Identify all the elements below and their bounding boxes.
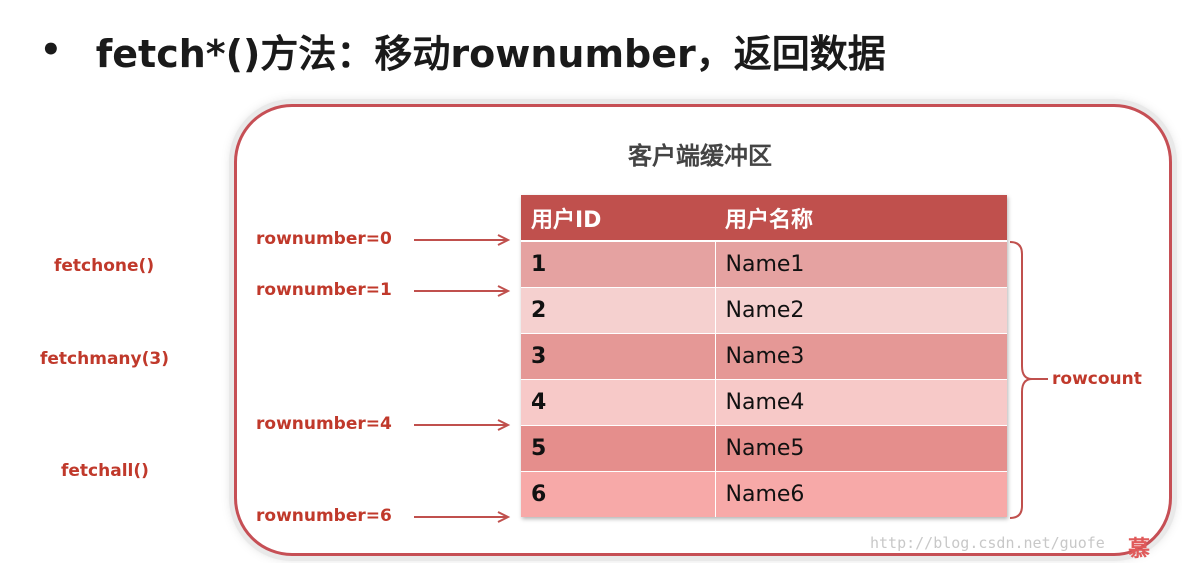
rownumber-label-1: rownumber=1 bbox=[256, 280, 392, 300]
user-id-cell: 2 bbox=[521, 286, 716, 333]
heading: • fetch*()方法：移动rownumber，返回数据 bbox=[40, 22, 886, 78]
rownumber-label-4: rownumber=4 bbox=[256, 414, 392, 434]
user-table: 用户ID 用户名称 1 Name1 2 Name2 3 Name3 4 Name… bbox=[521, 195, 1007, 517]
fetchmany-label: fetchmany(3) bbox=[40, 349, 169, 369]
pointer-arrow-icon bbox=[414, 511, 511, 523]
user-name-cell: Name4 bbox=[715, 378, 1007, 425]
user-id-cell: 3 bbox=[521, 332, 716, 379]
watermark-url: http://blog.csdn.net/guofe bbox=[870, 534, 1105, 552]
header-user-name: 用户名称 bbox=[715, 195, 1007, 242]
buffer-title: 客户端缓冲区 bbox=[628, 142, 772, 170]
table-row: 1 Name1 bbox=[521, 240, 1007, 287]
logo-icon: 慕 bbox=[1127, 537, 1150, 560]
user-id-cell: 6 bbox=[521, 470, 716, 517]
pointer-arrow-icon bbox=[414, 285, 511, 297]
table-row: 4 Name4 bbox=[521, 378, 1007, 425]
rowcount-brace-icon bbox=[1009, 241, 1048, 519]
rowcount-label: rowcount bbox=[1052, 369, 1142, 389]
user-name-cell: Name3 bbox=[715, 332, 1007, 379]
user-name-cell: Name2 bbox=[715, 286, 1007, 333]
user-id-cell: 5 bbox=[521, 424, 716, 471]
user-name-cell: Name5 bbox=[715, 424, 1007, 471]
user-id-cell: 1 bbox=[521, 240, 716, 287]
heading-text: fetch*()方法：移动rownumber，返回数据 bbox=[95, 31, 886, 76]
table-row: 6 Name6 bbox=[521, 470, 1007, 517]
table-row: 5 Name5 bbox=[521, 424, 1007, 471]
header-user-id: 用户ID bbox=[521, 195, 715, 242]
rownumber-label-6: rownumber=6 bbox=[256, 506, 392, 526]
fetchall-label: fetchall() bbox=[61, 461, 149, 481]
user-id-cell: 4 bbox=[521, 378, 716, 425]
pointer-arrow-icon bbox=[414, 419, 511, 431]
bullet-icon: • bbox=[40, 30, 62, 70]
svg-text:慕: 慕 bbox=[1127, 537, 1150, 560]
table-row: 3 Name3 bbox=[521, 332, 1007, 379]
table-header-row: 用户ID 用户名称 bbox=[521, 195, 1007, 242]
table-row: 2 Name2 bbox=[521, 286, 1007, 333]
user-name-cell: Name6 bbox=[715, 470, 1007, 517]
fetchone-label: fetchone() bbox=[54, 256, 155, 276]
rownumber-label-0: rownumber=0 bbox=[256, 229, 392, 249]
user-name-cell: Name1 bbox=[715, 240, 1007, 287]
pointer-arrow-icon bbox=[414, 234, 511, 246]
